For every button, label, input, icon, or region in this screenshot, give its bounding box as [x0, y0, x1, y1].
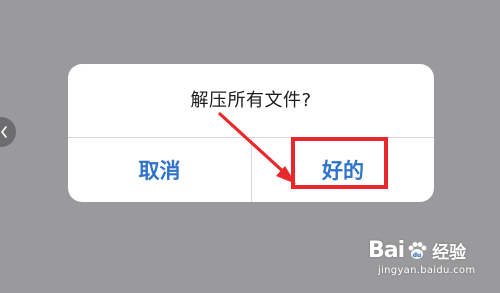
paw-icon: du [408, 241, 427, 259]
chevron-left-icon [0, 126, 7, 138]
watermark: Bai du 经验 jingyan.baidu.com [368, 238, 496, 290]
watermark-url: jingyan.baidu.com [378, 265, 476, 276]
highlight-box [291, 137, 388, 189]
cancel-button[interactable]: 取消 [68, 138, 251, 202]
watermark-brand-left: Bai [368, 238, 405, 263]
back-button[interactable] [0, 117, 16, 147]
svg-text:du: du [413, 252, 422, 259]
dialog-title: 解压所有文件? [190, 90, 312, 111]
watermark-brand-right: 经验 [432, 243, 467, 263]
